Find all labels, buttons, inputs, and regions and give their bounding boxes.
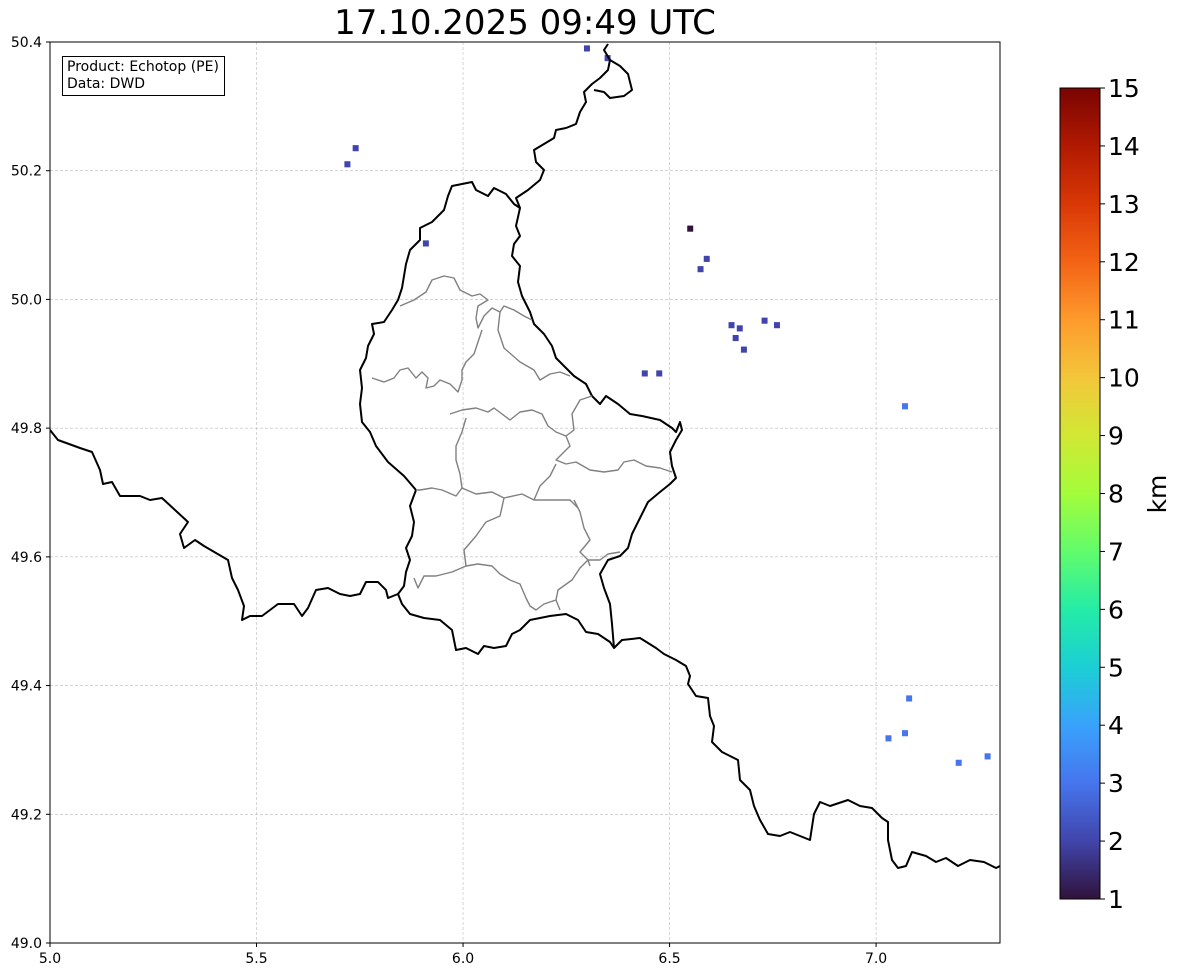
grid-lines xyxy=(49,41,1000,944)
echotop-cell xyxy=(697,266,704,273)
echotop-cell xyxy=(656,370,663,377)
colorbar-tick-label: 10 xyxy=(1108,364,1140,393)
colorbar-tick-label: 5 xyxy=(1108,653,1124,682)
echotop-cell xyxy=(761,317,768,324)
border-luxembourg-belgium xyxy=(397,593,1000,869)
colorbar-tick-label: 2 xyxy=(1108,827,1124,856)
colorbar-tick-label: 1 xyxy=(1108,885,1124,914)
echotop-cells xyxy=(344,45,991,766)
y-tick-label: 49.0 xyxy=(11,936,42,952)
colorbar-tick-label: 12 xyxy=(1108,248,1140,277)
colorbar-tick-label: 4 xyxy=(1108,711,1124,740)
colorbar-tick-label: 15 xyxy=(1108,74,1140,103)
x-tick-label: 5.0 xyxy=(39,951,61,967)
colorbar-tick-label: 6 xyxy=(1108,595,1124,624)
x-tick-label: 5.5 xyxy=(245,951,267,967)
colorbar xyxy=(1059,87,1101,900)
echotop-cell xyxy=(728,322,735,329)
echotop-cell xyxy=(687,225,694,232)
colorbar-ticks: 123456789101112131415 xyxy=(1100,74,1140,914)
y-tick-label: 50.2 xyxy=(11,164,42,180)
echotop-cell xyxy=(583,45,590,52)
echotop-cell xyxy=(703,255,710,262)
echotop-cell xyxy=(732,334,739,342)
colorbar-label: km xyxy=(1143,475,1172,514)
echotop-cell xyxy=(773,322,780,329)
border-germany-belgium xyxy=(515,43,633,209)
echotop-cell xyxy=(344,161,351,168)
echotop-cell xyxy=(736,325,743,332)
x-tick-label: 6.5 xyxy=(658,951,680,967)
echotop-cell xyxy=(352,145,359,152)
echotop-cell xyxy=(641,370,648,377)
border-france-belgium xyxy=(50,429,399,621)
border-luxembourg-west xyxy=(359,181,683,649)
echotop-cell xyxy=(422,240,429,247)
y-axis: 49.0 49.2 49.4 49.6 49.8 50.0 50.2 50.4 xyxy=(11,35,50,952)
colorbar-tick-label: 7 xyxy=(1108,537,1124,566)
colorbar-tick-label: 14 xyxy=(1108,132,1140,161)
x-axis: 5.0 5.5 6.0 6.5 7.0 xyxy=(39,943,887,967)
radar-map[interactable]: 5.0 5.5 6.0 6.5 7.0 49.0 49.2 49.4 49.6 49.8 50.0… xyxy=(0,0,1178,976)
plot-area-frame xyxy=(49,41,1001,944)
echotop-cell xyxy=(906,695,913,702)
x-tick-label: 6.0 xyxy=(452,951,474,967)
echotop-cell xyxy=(955,759,962,766)
colorbar-tick-label: 11 xyxy=(1108,306,1140,335)
echotop-cell xyxy=(740,346,747,353)
colorbar-tick-label: 9 xyxy=(1108,422,1124,451)
y-tick-label: 50.0 xyxy=(11,292,42,308)
region-boundaries xyxy=(371,275,673,611)
y-tick-label: 50.4 xyxy=(11,35,42,51)
echotop-cell xyxy=(885,735,892,742)
colorbar-tick-label: 3 xyxy=(1108,769,1124,798)
product-info-box: Product: Echotop (PE) Data: DWD xyxy=(62,56,225,96)
product-text: Product: Echotop (PE) xyxy=(67,59,219,75)
colorbar-tick-label: 13 xyxy=(1108,190,1140,219)
y-tick-label: 49.4 xyxy=(11,679,42,695)
y-tick-label: 49.6 xyxy=(11,550,42,566)
data-source-text: Data: DWD xyxy=(67,76,145,92)
y-tick-label: 49.8 xyxy=(11,421,42,437)
x-tick-label: 7.0 xyxy=(865,951,887,967)
echotop-cell xyxy=(902,730,908,737)
y-tick-label: 49.2 xyxy=(11,807,42,823)
colorbar-tick-label: 8 xyxy=(1108,480,1124,509)
echotop-cell xyxy=(984,753,991,760)
echotop-cell xyxy=(902,403,908,410)
